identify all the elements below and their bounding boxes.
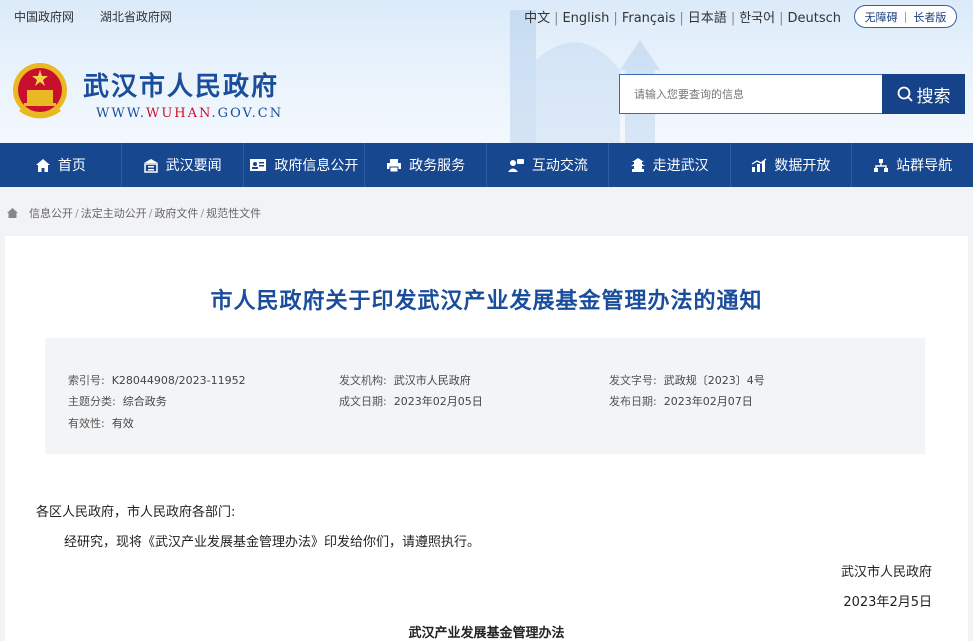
meta-published: 发布日期: 2023年02月07日 (609, 393, 753, 409)
breadcrumb-item[interactable]: 规范性文件 (206, 205, 261, 221)
nav-gov-services[interactable]: 政务服务 (365, 143, 487, 187)
meta-topic: 主题分类: 综合政务 (68, 393, 167, 409)
nav-site-group[interactable]: 站群导航 (852, 143, 973, 187)
meta-index: 索引号: K28044908/2023-11952 (68, 372, 246, 388)
document-date: 2023年2月5日 (843, 595, 932, 610)
link-central-gov[interactable]: 中国政府网 (14, 10, 74, 24)
elder-mode-link[interactable]: 长者版 (913, 9, 946, 25)
main-nav: 首页 武汉要闻 政府信息公开 政务服务 互动交流 走进武汉 数据开放 站群导航 (0, 143, 973, 187)
breadcrumb-separator: / (75, 206, 79, 220)
breadcrumb-item[interactable]: 信息公开 (29, 205, 73, 221)
document-title: 市人民政府关于印发武汉产业发展基金管理办法的通知 (210, 289, 763, 314)
language-switcher: 中文 | English | Français | 日本語 | 한국어 | Deutsch (524, 7, 841, 26)
site-header: 中国政府网 湖北省政府网 中文 | English | Français | 日本語 | 한국어… (0, 0, 973, 143)
meta-validity: 有效性: 有效 (68, 415, 134, 431)
id-card-icon (250, 159, 267, 171)
access-separator: | (903, 10, 908, 23)
site-url: WWW.WUHAN.GOV.CN (96, 106, 283, 121)
nav-wuhan-news[interactable]: 武汉要闻 (122, 143, 244, 187)
url-highlight: WUHAN (145, 106, 212, 121)
meta-docno: 发文字号: 武政规〔2023〕4号 (609, 372, 765, 388)
pagoda-icon (630, 157, 645, 172)
attachment-title: 武汉产业发展基金管理办法 (408, 626, 565, 641)
link-hubei-gov[interactable]: 湖北省政府网 (100, 10, 172, 24)
meta-value: 2023年02月05日 (393, 395, 483, 408)
breadcrumb-separator: / (148, 206, 153, 220)
search-icon (897, 86, 913, 102)
nav-label: 走进武汉 (652, 158, 709, 174)
nav-home[interactable]: 首页 (0, 143, 122, 187)
document-body: 经研究，现将《武汉产业发展基金管理办法》印发给你们，请遵照执行。 (64, 535, 481, 550)
search-button-label: 搜索 (916, 86, 951, 107)
breadcrumb-item[interactable]: 法定主动公开 (81, 205, 147, 221)
top-links: 中国政府网 湖北省政府网 (14, 8, 194, 25)
meta-label: 发布日期: (609, 395, 657, 408)
lang-zh[interactable]: 中文 (524, 11, 550, 26)
national-emblem-icon (13, 63, 67, 119)
building-icon (143, 158, 158, 173)
lang-separator: | (554, 11, 559, 26)
printer-icon (387, 158, 402, 172)
meta-value: K28044908/2023-11952 (111, 374, 246, 387)
breadcrumb-item[interactable]: 政府文件 (154, 205, 198, 221)
lang-separator: | (779, 11, 784, 26)
breadcrumb: 信息公开 / 法定主动公开 / 政府文件 / 规范性文件 (6, 205, 261, 221)
nav-open-data[interactable]: 数据开放 (731, 143, 853, 187)
lang-separator: | (679, 11, 684, 26)
home-icon (35, 158, 50, 172)
search-input[interactable] (619, 74, 882, 114)
search-button[interactable]: 搜索 (882, 74, 965, 114)
barrier-free-link[interactable]: 无障碍 (865, 9, 898, 25)
url-prefix: WWW. (96, 106, 146, 121)
nav-explore-wuhan[interactable]: 走进武汉 (609, 143, 731, 187)
nav-gov-info[interactable]: 政府信息公开 (244, 143, 366, 187)
meta-value: 武政规〔2023〕4号 (663, 374, 765, 387)
meta-created: 成文日期: 2023年02月05日 (339, 393, 483, 409)
breadcrumb-separator: / (200, 206, 205, 220)
nav-label: 互动交流 (531, 158, 588, 174)
meta-label: 发文字号: (609, 374, 657, 387)
chat-users-icon (507, 158, 524, 172)
meta-org: 发文机构: 武汉市人民政府 (339, 372, 471, 388)
document-metadata: 索引号: K28044908/2023-11952 发文机构: 武汉市人民政府 … (45, 338, 925, 454)
accessibility-toggle: 无障碍 | 长者版 (854, 5, 957, 28)
nav-label: 政府信息公开 (274, 158, 359, 174)
lang-de[interactable]: Deutsch (787, 11, 841, 26)
document-salutation: 各区人民政府，市人民政府各部门: (36, 505, 236, 520)
meta-value: 2023年02月07日 (663, 395, 753, 408)
sitemap-icon (874, 158, 889, 172)
document-signature: 武汉市人民政府 (840, 565, 932, 580)
lang-ja[interactable]: 日本語 (688, 11, 727, 26)
meta-label: 主题分类: (68, 395, 116, 408)
meta-value: 有效 (111, 417, 134, 430)
meta-label: 发文机构: (339, 374, 387, 387)
nav-interaction[interactable]: 互动交流 (487, 143, 609, 187)
nav-label: 武汉要闻 (165, 158, 222, 174)
nav-label: 首页 (57, 158, 86, 174)
meta-label: 有效性: (68, 417, 105, 430)
site-title: 武汉市人民政府 (83, 72, 280, 102)
nav-label: 政务服务 (409, 158, 466, 174)
meta-label: 成文日期: (339, 395, 387, 408)
meta-label: 索引号: (68, 374, 105, 387)
chart-icon (752, 157, 767, 172)
search-bar: 搜索 (619, 74, 965, 114)
nav-label: 数据开放 (774, 158, 831, 174)
meta-value: 综合政务 (122, 395, 167, 408)
lang-separator: | (730, 11, 736, 26)
document-card: 市人民政府关于印发武汉产业发展基金管理办法的通知 索引号: K28044908/… (5, 236, 968, 641)
nav-label: 站群导航 (896, 158, 953, 174)
lang-fr[interactable]: Français (622, 11, 676, 26)
home-icon (7, 208, 18, 218)
url-suffix: .GOV.CN (211, 106, 284, 121)
lang-separator: | (613, 11, 618, 26)
lang-en[interactable]: English (562, 11, 609, 26)
meta-value: 武汉市人民政府 (393, 374, 471, 387)
lang-ko[interactable]: 한국어 (739, 11, 775, 26)
